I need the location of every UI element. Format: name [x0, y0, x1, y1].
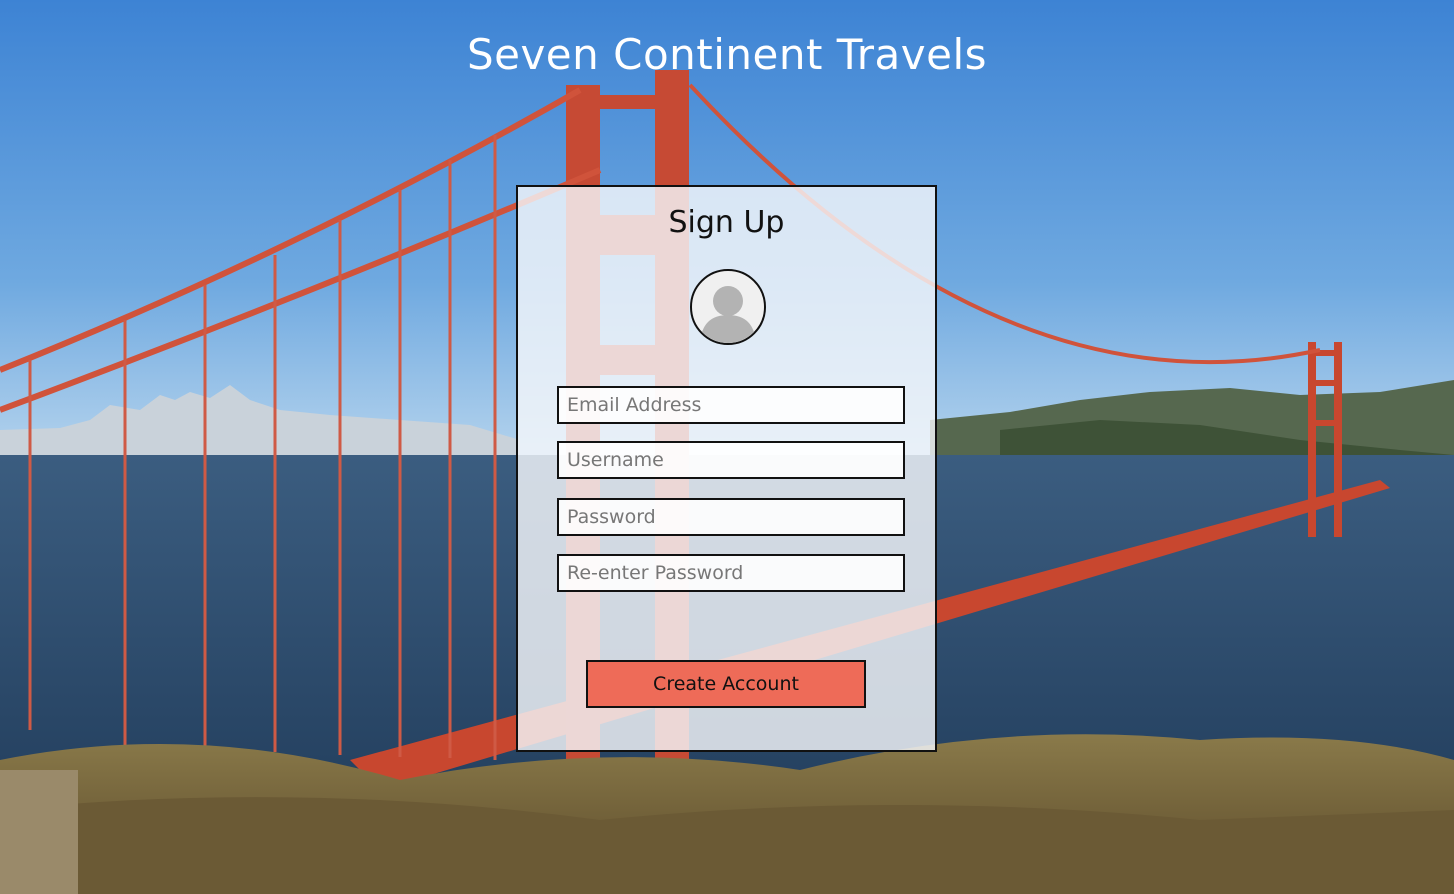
reenter-password-field[interactable] — [557, 554, 905, 592]
email-field[interactable] — [557, 386, 905, 424]
username-field[interactable] — [557, 441, 905, 479]
signup-card: Sign Up Create Account — [516, 185, 937, 752]
site-title: Seven Continent Travels — [466, 30, 988, 79]
signup-title: Sign Up — [668, 205, 785, 240]
user-avatar-icon[interactable] — [690, 269, 766, 345]
password-field[interactable] — [557, 498, 905, 536]
create-account-button[interactable]: Create Account — [586, 660, 866, 708]
